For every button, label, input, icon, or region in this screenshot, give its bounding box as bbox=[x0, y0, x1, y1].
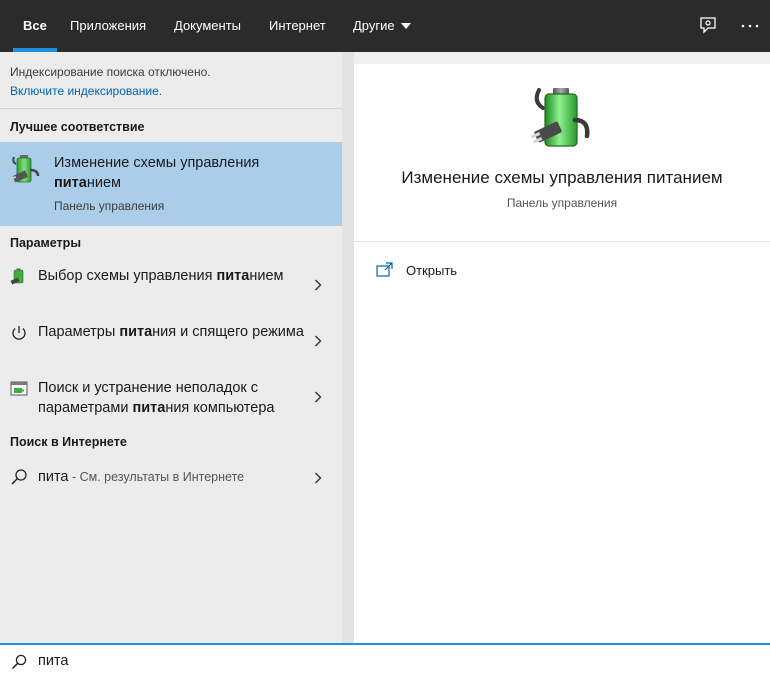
enable-indexing-link[interactable]: Включите индексирование. bbox=[10, 84, 162, 98]
indexing-notice: Индексирование поиска отключено. bbox=[10, 65, 211, 79]
settings-item-label: Поиск и устранение неполадок с параметра… bbox=[38, 378, 308, 418]
settings-item-label: Параметры питания и спящего режима bbox=[38, 322, 308, 342]
settings-item-label-post: ния и спящего режима bbox=[152, 324, 304, 340]
chevron-right-icon bbox=[315, 279, 322, 291]
panel-separator bbox=[342, 52, 354, 643]
settings-item-label-post: нием bbox=[249, 268, 284, 284]
settings-item-label-highlight: пита bbox=[119, 324, 153, 340]
battery-plug-icon bbox=[530, 88, 590, 147]
settings-item-label: Выбор схемы управления питанием bbox=[38, 266, 308, 286]
tab-apps[interactable]: Приложения bbox=[70, 0, 146, 52]
preview-panel: Изменение схемы управления питанием Пане… bbox=[354, 64, 770, 643]
tab-more[interactable]: Другие bbox=[353, 0, 411, 52]
web-search-result[interactable]: пита - См. результаты в Интернете bbox=[0, 462, 342, 494]
best-match-title-pre: Изменение схемы управления bbox=[54, 155, 260, 171]
settings-item-label-highlight: пита bbox=[216, 268, 250, 284]
battery-plug-icon bbox=[10, 268, 24, 285]
troubleshoot-icon bbox=[10, 381, 28, 396]
web-search-heading: Поиск в Интернете bbox=[10, 435, 127, 449]
web-search-query: пита bbox=[38, 469, 69, 485]
search-input[interactable] bbox=[36, 649, 640, 673]
web-search-hint: - См. результаты в Интернете bbox=[68, 470, 245, 484]
settings-item-label-pre: Параметры bbox=[38, 324, 116, 340]
preview-title: Изменение схемы управления питанием bbox=[401, 168, 723, 187]
search-bar bbox=[0, 643, 770, 677]
settings-item-label-pre: Выбор схемы управления bbox=[38, 268, 213, 284]
best-match-title: Изменение схемы управления питанием bbox=[54, 153, 324, 193]
search-icon bbox=[11, 469, 27, 485]
settings-item-power-troubleshoot[interactable]: Поиск и устранение неполадок с параметра… bbox=[0, 374, 342, 428]
search-filter-bar: Все Приложения Документы Интернет Другие bbox=[0, 0, 770, 52]
tab-all[interactable]: Все bbox=[13, 0, 57, 52]
settings-heading: Параметры bbox=[10, 236, 81, 250]
battery-plug-icon bbox=[10, 155, 40, 183]
feedback-icon[interactable] bbox=[697, 15, 719, 37]
open-label: Открыть bbox=[406, 263, 458, 278]
best-match-title-highlight: пита bbox=[54, 175, 87, 191]
web-search-label: пита - См. результаты в Интернете bbox=[38, 467, 308, 487]
results-panel: Индексирование поиска отключено. Включит… bbox=[0, 52, 342, 643]
tab-more-label: Другие bbox=[353, 18, 395, 33]
chevron-right-icon bbox=[315, 472, 322, 484]
tab-documents[interactable]: Документы bbox=[174, 0, 241, 52]
best-match-subtitle: Панель управления bbox=[54, 199, 165, 213]
divider bbox=[0, 108, 342, 109]
chevron-down-icon bbox=[400, 22, 411, 29]
settings-item-power-scheme[interactable]: Выбор схемы управления питанием bbox=[0, 262, 342, 316]
chevron-right-icon bbox=[315, 335, 322, 347]
settings-item-label-post: ния компьютера bbox=[165, 400, 275, 416]
divider bbox=[354, 241, 770, 242]
best-match-result[interactable]: Изменение схемы управления питанием Пане… bbox=[0, 142, 342, 226]
search-icon bbox=[11, 654, 27, 670]
settings-item-power-sleep[interactable]: Параметры питания и спящего режима bbox=[0, 318, 342, 372]
settings-item-label-highlight: пита bbox=[132, 400, 166, 416]
power-icon bbox=[12, 326, 26, 340]
open-external-icon bbox=[376, 262, 393, 277]
best-match-title-post: нием bbox=[86, 175, 121, 191]
tab-web[interactable]: Интернет bbox=[269, 0, 326, 52]
preview-subtitle: Панель управления bbox=[506, 196, 618, 210]
best-match-heading: Лучшее соответствие bbox=[10, 120, 145, 134]
chevron-right-icon bbox=[315, 391, 322, 403]
more-options-icon[interactable] bbox=[739, 15, 761, 37]
